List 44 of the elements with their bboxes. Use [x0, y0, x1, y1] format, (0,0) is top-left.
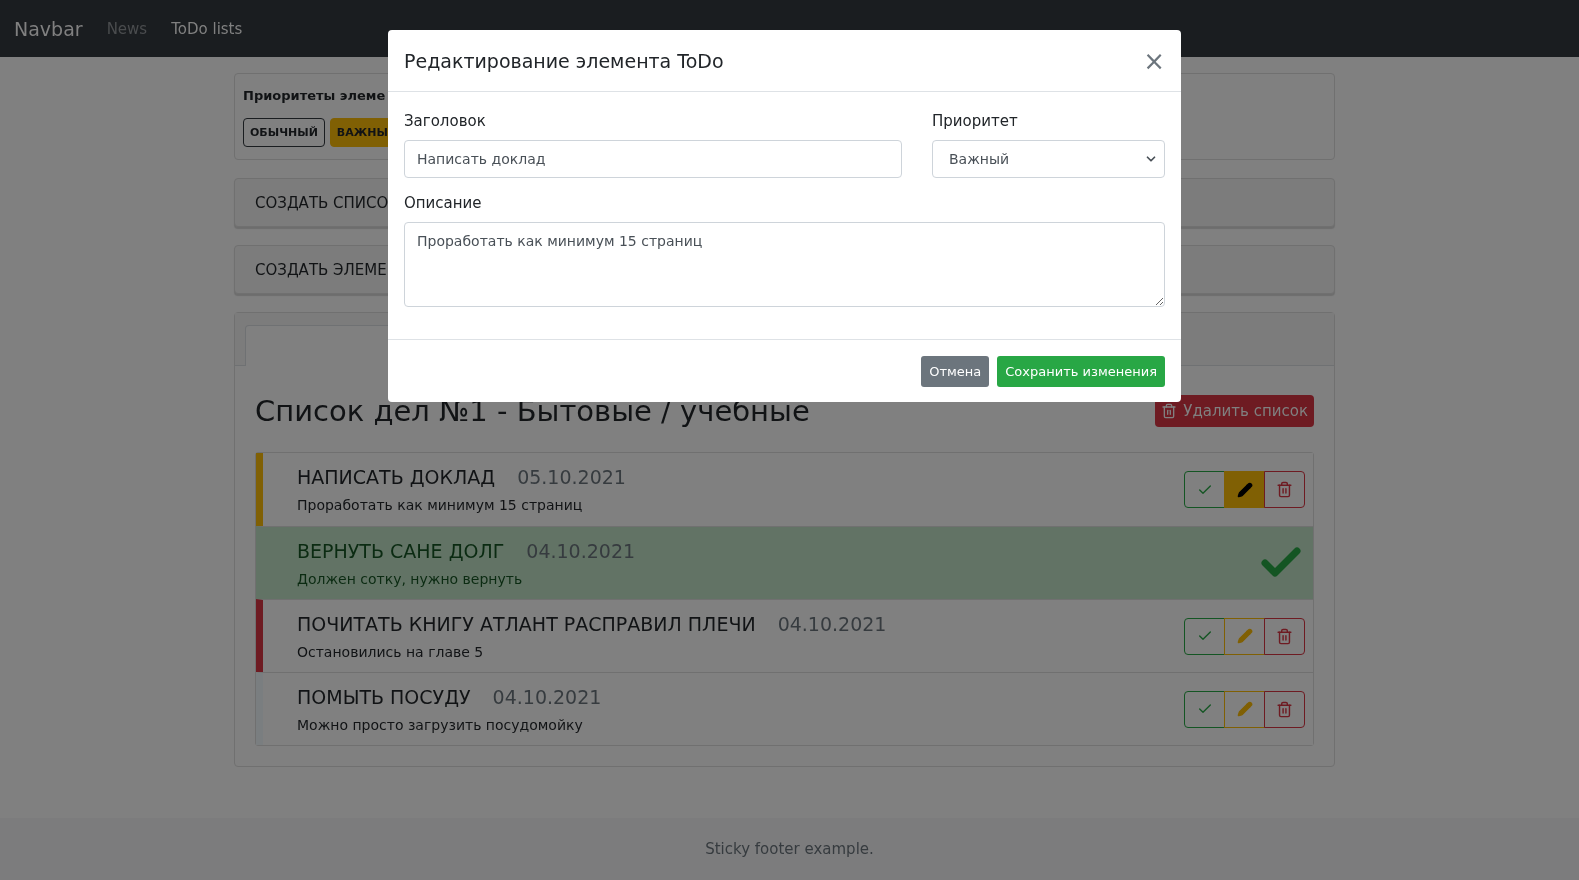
- delete-button[interactable]: [1264, 690, 1305, 728]
- title-input[interactable]: Написать доклад: [404, 140, 902, 178]
- todo-description: Остановились на главе 5: [297, 643, 485, 660]
- todo-description: Должен сотку, нужно вернуть: [297, 570, 524, 587]
- brand[interactable]: Navbar: [14, 17, 83, 40]
- complete-button[interactable]: [1184, 690, 1225, 728]
- field-label: Приоритет: [932, 112, 1019, 130]
- trash-icon: [1276, 481, 1293, 498]
- todo-date: 04.10.2021: [492, 685, 602, 708]
- trash-icon: [1161, 403, 1178, 419]
- dialog-title: Редактирование элемента ToDo: [404, 49, 724, 72]
- todo-date: 04.10.2021: [526, 539, 636, 562]
- save-button[interactable]: Сохранить изменения: [997, 355, 1165, 387]
- todo-date: 04.10.2021: [777, 612, 887, 635]
- pencil-icon: [1236, 628, 1253, 644]
- todo-title: НАПИСАТЬ ДОКЛАД: [297, 466, 496, 488]
- todo-description: Проработать как минимум 15 страниц: [297, 497, 584, 513]
- pencil-icon: [1236, 701, 1253, 717]
- pencil-icon: [1236, 481, 1253, 498]
- priority-badge: ОБЫЧНЫЙ: [243, 118, 325, 147]
- priority-select[interactable]: Важный: [932, 140, 1165, 178]
- footer-text: Sticky footer example.: [705, 840, 874, 858]
- delete-button[interactable]: [1264, 471, 1305, 508]
- field-label: Описание: [404, 194, 483, 212]
- todo-title: ПОМЫТЬ ПОСУДУ: [297, 685, 471, 708]
- trash-icon: [1276, 627, 1293, 645]
- edit-button[interactable]: [1224, 617, 1265, 655]
- trash-icon: [1276, 700, 1293, 718]
- priorities-title: Приоритеты элеме: [243, 88, 386, 103]
- cancel-button[interactable]: Отмена: [921, 355, 990, 387]
- edit-button[interactable]: [1224, 471, 1265, 508]
- edit-button[interactable]: [1224, 690, 1265, 728]
- complete-button[interactable]: [1184, 617, 1225, 655]
- nav-link[interactable]: ToDo lists: [171, 19, 243, 38]
- complete-button[interactable]: [1184, 471, 1225, 508]
- field-label: Заголовок: [404, 112, 487, 130]
- description-input[interactable]: Проработать как минимум 15 страниц: [404, 222, 1165, 307]
- todo-date: 05.10.2021: [517, 466, 626, 488]
- close-button[interactable]: ×: [1143, 47, 1165, 74]
- delete-list-button[interactable]: Удалить список: [1155, 395, 1314, 427]
- todo-description: Можно просто загрузить посудомойку: [297, 716, 584, 733]
- todo-title: ВЕРНУТЬ САНЕ ДОЛГ: [297, 539, 505, 562]
- todo-title: ПОЧИТАТЬ КНИГУ АТЛАНТ РАСПРАВИЛ ПЛЕЧИ: [297, 612, 756, 635]
- delete-button[interactable]: [1264, 617, 1305, 655]
